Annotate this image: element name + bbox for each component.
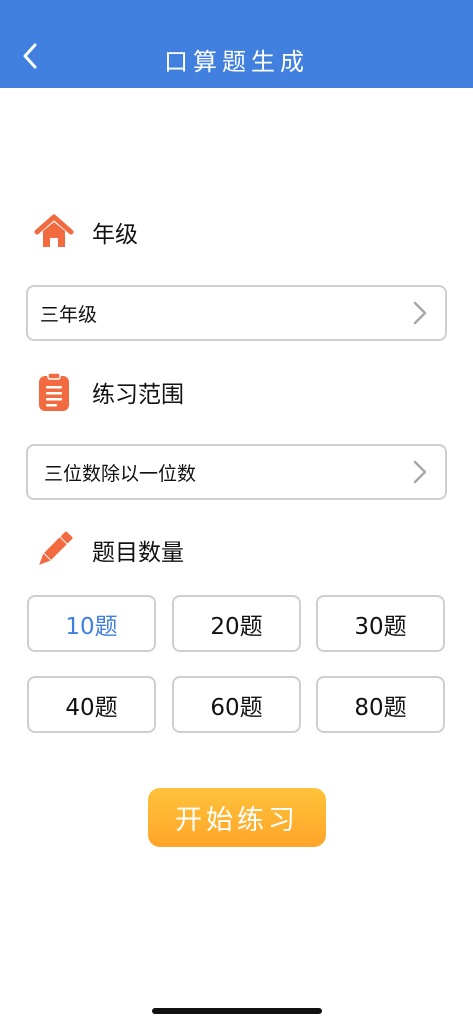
count-option-20[interactable]: 20题 [172,595,301,652]
chevron-right-icon [413,301,427,325]
clipboard-icon [34,372,74,412]
page-title: 口算题生成 [164,48,309,76]
count-option-40[interactable]: 40题 [27,676,156,733]
count-option-60[interactable]: 60题 [172,676,301,733]
count-section-header: 题目数量 [34,530,184,570]
home-icon [34,212,74,252]
range-select[interactable]: 三位数除以一位数 [26,444,447,500]
app-screen: 口算题生成 年级 三年级 练习范围 三位数除以一位数 题目数量 10题 20题 … [0,0,473,1024]
count-option-30[interactable]: 30题 [316,595,445,652]
start-practice-button[interactable]: 开始练习 [148,788,326,847]
pencil-icon [34,530,74,570]
range-section-header: 练习范围 [34,372,184,412]
count-label: 题目数量 [92,540,184,566]
range-label: 练习范围 [92,382,184,408]
chevron-right-icon [413,460,427,484]
range-value: 三位数除以一位数 [44,462,197,485]
nav-bar: 口算题生成 [0,0,473,88]
grade-select[interactable]: 三年级 [26,285,447,341]
grade-label: 年级 [92,222,138,248]
count-option-80[interactable]: 80题 [316,676,445,733]
grade-value: 三年级 [40,303,98,326]
home-indicator [152,1008,322,1014]
count-option-10[interactable]: 10题 [27,595,156,652]
grade-section-header: 年级 [34,212,138,252]
